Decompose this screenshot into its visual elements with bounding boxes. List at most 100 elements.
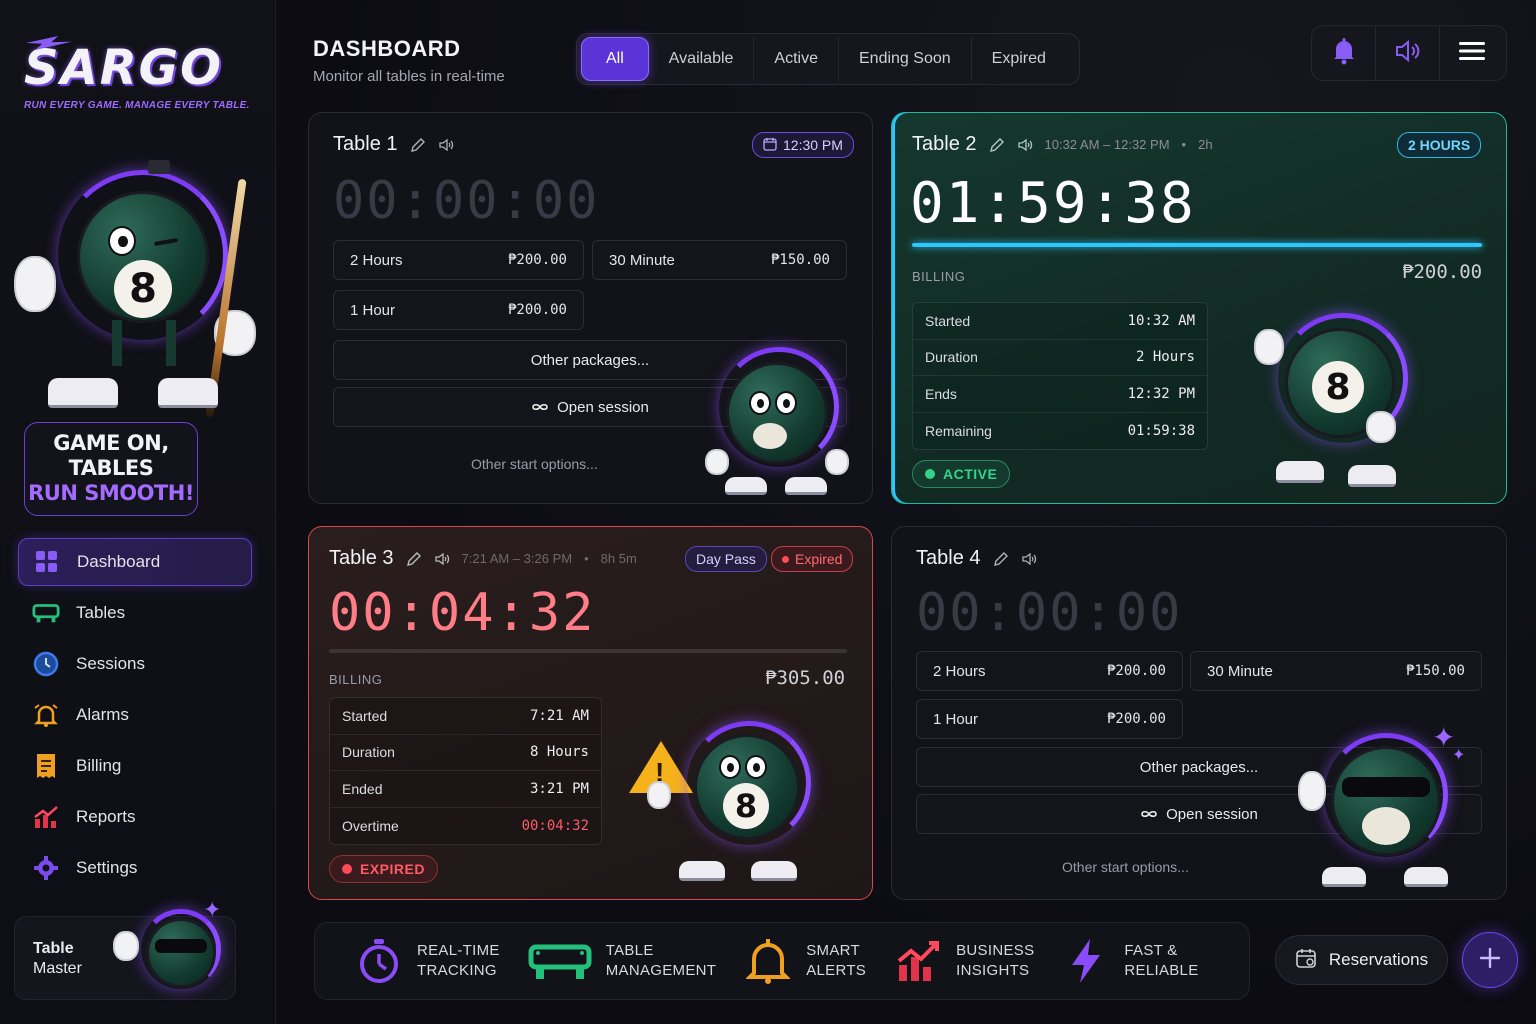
feature-line-2: INSIGHTS: [956, 962, 1030, 979]
billing-row: Duration 8 Hours: [330, 735, 601, 771]
grid-icon: [33, 548, 61, 576]
speaker-icon[interactable]: [1017, 137, 1033, 153]
filter-available[interactable]: Available: [649, 37, 755, 81]
add-button[interactable]: [1462, 932, 1518, 988]
session-duration-short: 8h 5m: [600, 551, 637, 566]
billing-value: 12:32 PM: [1127, 385, 1195, 402]
package-price: ₱200.00: [507, 252, 567, 268]
speaker-icon[interactable]: [1021, 551, 1037, 567]
table-1-mascot: [701, 343, 861, 503]
sidebar-item-reports[interactable]: Reports: [18, 793, 252, 841]
billing-label: BILLING: [912, 269, 966, 284]
pencil-icon[interactable]: [406, 551, 422, 567]
brand-tagline: RUN EVERY GAME. MANAGE EVERY TABLE.: [24, 100, 250, 111]
feature-item: TABLE MANAGEMENT: [528, 937, 717, 985]
pool-table-icon: [32, 599, 60, 627]
filter-active[interactable]: Active: [754, 37, 839, 81]
feature-label: REAL-TIME TRACKING: [417, 941, 500, 981]
package-option[interactable]: 1 Hour ₱200.00: [916, 699, 1183, 739]
sidebar-item-label: Settings: [76, 858, 138, 877]
billing-row: Remaining 01:59:38: [913, 413, 1207, 450]
table-card-header: Table 4: [916, 547, 1037, 570]
separator-dot: •: [1181, 137, 1187, 152]
pencil-icon[interactable]: [989, 137, 1005, 153]
sidebar-item-tables[interactable]: Tables: [18, 589, 252, 637]
feature-label: FAST & RELIABLE: [1124, 941, 1198, 981]
speaker-icon[interactable]: [438, 137, 454, 153]
reservation-badge[interactable]: 12:30 PM: [752, 132, 854, 158]
package-option[interactable]: 30 Minute ₱150.00: [1190, 651, 1482, 691]
filter-expired[interactable]: Expired: [972, 37, 1066, 81]
feature-item: BUSINESS INSIGHTS: [894, 937, 1034, 985]
feature-label: TABLE MANAGEMENT: [606, 941, 717, 981]
feature-label: BUSINESS INSIGHTS: [956, 941, 1034, 981]
status-badge: ACTIVE: [912, 460, 1011, 488]
package-label: 1 Hour: [933, 710, 979, 728]
status-dot: [925, 469, 935, 479]
sound-button[interactable]: [1376, 25, 1440, 81]
feature-line-2: ALERTS: [806, 962, 867, 979]
billing-table: Started 10:32 AM Duration 2 Hours Ends 12:3…: [912, 302, 1208, 450]
table-4-mascot: ✦ ✦: [1294, 721, 1474, 897]
feature-line-1: SMART: [806, 942, 860, 959]
package-option[interactable]: 30 Minute ₱150.00: [592, 240, 847, 280]
overtime-timer: 00:04:32: [329, 583, 596, 643]
session-timer: 00:00:00: [916, 583, 1183, 643]
sidebar-item-label: Reports: [76, 807, 136, 826]
feature-strip: REAL-TIME TRACKING TABLE MANAGEMENT SMART A…: [314, 922, 1250, 1000]
hamburger-icon: [1459, 41, 1485, 66]
package-option[interactable]: 2 Hours ₱200.00: [916, 651, 1183, 691]
menu-button[interactable]: [1440, 25, 1504, 81]
pencil-icon[interactable]: [410, 137, 426, 153]
filter-ending-soon[interactable]: Ending Soon: [839, 37, 972, 81]
sidebar-item-billing[interactable]: Billing: [18, 742, 252, 790]
billing-value: 10:32 AM: [1127, 312, 1195, 329]
session-range: 10:32 AM – 12:32 PM: [1044, 137, 1170, 152]
speaker-icon[interactable]: [434, 551, 450, 567]
package-label: 30 Minute: [1207, 662, 1273, 680]
promo-line-3: RUN SMOOTH!: [28, 481, 194, 505]
lightning-icon: [1062, 937, 1110, 985]
billing-value: 01:59:38: [1127, 422, 1195, 439]
other-start-options[interactable]: Other start options...: [1062, 859, 1189, 875]
billing-row: Started 10:32 AM: [913, 303, 1207, 340]
package-option[interactable]: 2 Hours ₱200.00: [333, 240, 584, 280]
sidebar-item-label: Tables: [76, 603, 126, 622]
plus-icon: [1479, 947, 1501, 974]
other-start-options[interactable]: Other start options...: [471, 456, 598, 472]
sidebar-item-sessions[interactable]: Sessions: [18, 640, 252, 688]
package-badge: 2 HOURS: [1397, 132, 1482, 158]
sidebar-item-label: Dashboard: [77, 552, 161, 571]
pencil-icon[interactable]: [993, 551, 1009, 567]
calendar-icon: [1295, 947, 1317, 974]
logo[interactable]: SARGO RUN EVERY GAME. MANAGE EVERY TABLE…: [24, 36, 254, 111]
billing-value: 2 Hours: [1135, 349, 1195, 366]
feature-line-2: MANAGEMENT: [605, 962, 717, 979]
open-session-label: Open session: [557, 398, 649, 416]
sidebar-item-label: Billing: [76, 756, 122, 775]
package-option[interactable]: 1 Hour ₱200.00: [333, 290, 584, 330]
app-root: SARGO RUN EVERY GAME. MANAGE EVERY TABLE…: [0, 0, 1536, 1024]
infinity-icon: [1140, 806, 1158, 823]
sidebar-item-dashboard[interactable]: Dashboard: [18, 538, 252, 586]
sidebar-item-alarms[interactable]: Alarms: [18, 691, 252, 739]
progress-track: [912, 243, 1485, 247]
table-card-header: Table 1: [333, 133, 454, 156]
reservations-button[interactable]: Reservations: [1275, 935, 1448, 985]
package-price: ₱150.00: [1405, 663, 1465, 679]
billing-key: Started: [342, 707, 388, 724]
user-card[interactable]: Table Master ✦: [14, 897, 236, 1000]
sidebar-mascot: 8: [8, 160, 268, 420]
notifications-button[interactable]: [1312, 25, 1376, 81]
filter-tabs: All Available Active Ending Soon Expired: [576, 33, 1080, 85]
feature-item: SMART ALERTS: [744, 937, 866, 985]
table-card-3: Table 3 7:21 AM – 3:26 PM • 8h 5m Day Pa…: [308, 526, 873, 900]
billing-label: BILLING: [329, 672, 383, 687]
billing-row: Started 7:21 AM: [330, 698, 601, 735]
sidebar-nav: Dashboard Tables Sessions Alarms Billing…: [18, 538, 252, 895]
alarm-icon: [32, 701, 60, 729]
sidebar-item-label: Sessions: [76, 654, 145, 673]
sidebar-item-settings[interactable]: Settings: [18, 844, 252, 892]
gear-icon: [32, 854, 60, 882]
filter-all[interactable]: All: [581, 37, 649, 81]
